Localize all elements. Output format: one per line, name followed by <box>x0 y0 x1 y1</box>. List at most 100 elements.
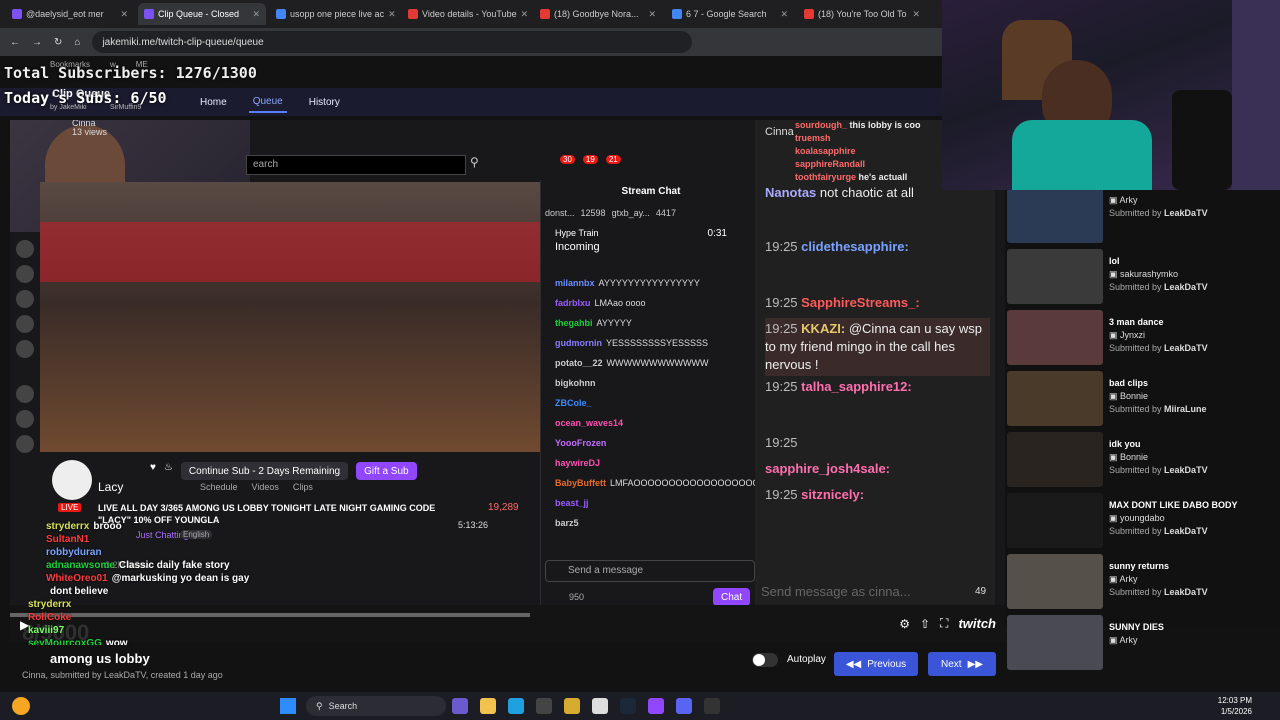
chat-username[interactable]: fadrblxu <box>555 298 591 308</box>
clip-thumbnail[interactable] <box>1007 615 1103 670</box>
notification-badge[interactable]: 21 <box>605 155 621 164</box>
share-icon[interactable]: ⇧ <box>920 617 930 631</box>
followed-channel-avatar[interactable] <box>16 290 34 308</box>
browser-tab[interactable]: @daelysid_eot mer ✕ <box>6 3 134 25</box>
chat-username[interactable]: koalasapphire <box>795 146 856 156</box>
chat-username[interactable]: talha_sapphire12: <box>801 379 912 394</box>
streamer-avatar[interactable] <box>52 460 92 500</box>
previous-button[interactable]: ◀◀ Previous <box>834 652 918 676</box>
bell-icon[interactable]: ♨ <box>164 462 173 480</box>
followed-channel-avatar[interactable] <box>16 315 34 333</box>
clip-thumbnail[interactable] <box>1007 371 1103 426</box>
close-icon[interactable]: ✕ <box>252 9 260 20</box>
notification-badge[interactable]: 19 <box>582 155 598 164</box>
chat-username[interactable]: SapphireStreams_: <box>801 295 920 310</box>
file-explorer-icon[interactable] <box>480 698 496 714</box>
clip-thumbnail[interactable] <box>1007 493 1103 548</box>
autoplay-toggle[interactable] <box>752 653 778 667</box>
tab-videos[interactable]: Videos <box>252 482 279 492</box>
chat-username[interactable]: milannbx <box>555 278 595 288</box>
clip-queue-item[interactable]: lol ▣ sakurashymko Submitted by LeakDaTV <box>1005 249 1280 310</box>
chat-username[interactable]: truemsh <box>795 133 831 143</box>
close-icon[interactable]: ✕ <box>388 9 396 20</box>
followed-channel-avatar[interactable] <box>16 240 34 258</box>
close-icon[interactable]: ✕ <box>648 9 656 20</box>
browser-tab[interactable]: Video details - YouTube ✕ <box>402 3 530 25</box>
forward-icon[interactable]: → <box>32 37 42 48</box>
notification-badge[interactable]: 30 <box>560 155 575 164</box>
twitch-icon[interactable] <box>648 698 664 714</box>
windows-start-icon[interactable] <box>280 698 296 714</box>
edge-icon[interactable] <box>508 698 524 714</box>
app-icon[interactable] <box>704 698 720 714</box>
clip-thumbnail[interactable] <box>1007 188 1103 243</box>
continue-sub-button[interactable]: Continue Sub - 2 Days Remaining <box>180 462 349 480</box>
browser-tab[interactable]: (18) You're Too Old To ✕ <box>798 3 926 25</box>
close-icon[interactable]: ✕ <box>120 9 128 20</box>
chat-username[interactable]: sapphire_josh4sale: <box>765 461 890 476</box>
close-icon[interactable]: ✕ <box>521 9 529 20</box>
chat-username[interactable]: thegahbi <box>555 318 593 328</box>
next-button[interactable]: Next ▶▶ <box>928 652 996 676</box>
search-icon[interactable]: ⚲ <box>470 155 490 175</box>
chat-username[interactable]: KKAZI: <box>801 321 845 336</box>
cinna-chat-input[interactable]: Send message as cinna... <box>755 576 995 606</box>
weather-icon[interactable] <box>12 697 30 715</box>
chat-username[interactable]: YoooFrozen <box>555 438 606 448</box>
back-icon[interactable]: ← <box>10 37 20 48</box>
tab-schedule[interactable]: Schedule <box>200 482 238 492</box>
clip-queue-item[interactable]: idk you ▣ Bonnie Submitted by LeakDaTV <box>1005 432 1280 493</box>
clip-thumbnail[interactable] <box>1007 432 1103 487</box>
gift-sub-button[interactable]: Gift a Sub <box>356 462 417 480</box>
chat-username[interactable]: beast_jj <box>555 498 589 508</box>
clip-queue-item[interactable]: 3 man dance ▣ Jynxzi Submitted by LeakDaTV <box>1005 310 1280 371</box>
chat-username[interactable]: Nanotas <box>765 185 816 200</box>
browser-tab[interactable]: (18) Goodbye Nora... ✕ <box>534 3 662 25</box>
clip-thumbnail[interactable] <box>1007 249 1103 304</box>
chat-username[interactable]: clidethesapphire: <box>801 239 909 254</box>
chat-username[interactable]: sitznicely: <box>801 487 864 502</box>
twitch-search-input[interactable]: earch <box>246 155 466 175</box>
chat-username[interactable]: bigkohnn <box>555 378 596 388</box>
tab-clips[interactable]: Clips <box>293 482 313 492</box>
chat-username[interactable]: gudmornin <box>555 338 602 348</box>
chat-send-button[interactable]: Chat <box>713 588 751 606</box>
home-icon[interactable]: ⌂ <box>74 37 80 48</box>
followed-channel-avatar[interactable] <box>16 265 34 283</box>
taskbar-search[interactable]: ⚲ Search <box>306 696 446 716</box>
browser-tab[interactable]: usopp one piece live ac ✕ <box>270 3 398 25</box>
clip-queue-item[interactable]: SUNNY DIES ▣ Arky <box>1005 615 1280 676</box>
browser-tab[interactable]: Clip Queue - Closed ✕ <box>138 3 266 25</box>
close-icon[interactable]: ✕ <box>780 9 788 20</box>
settings-icon[interactable]: ⚙ <box>899 617 910 631</box>
followed-channel-avatar[interactable] <box>16 435 34 453</box>
url-field[interactable]: jakemiki.me/twitch-clip-queue/queue <box>92 31 693 53</box>
chat-username[interactable]: ZBCole_ <box>555 398 592 408</box>
nav-history[interactable]: History <box>305 93 344 112</box>
taskbar-clock[interactable]: 12:03 PM 1/5/2026 <box>1218 695 1252 717</box>
steam-icon[interactable] <box>620 698 636 714</box>
fullscreen-icon[interactable]: ⛶ <box>940 616 948 631</box>
followed-channel-avatar[interactable] <box>16 340 34 358</box>
chat-username[interactable]: toothfairyurge <box>795 172 856 182</box>
chat-username[interactable]: haywireDJ <box>555 458 600 468</box>
clip-queue-item[interactable]: bad clips ▣ Bonnie Submitted by MiiraLune <box>1005 371 1280 432</box>
heart-icon[interactable]: ♥ <box>150 462 156 480</box>
app-icon[interactable] <box>452 698 468 714</box>
chat-username[interactable]: ocean_waves14 <box>555 418 623 428</box>
followed-channel-avatar[interactable] <box>16 410 34 428</box>
clip-thumbnail[interactable] <box>1007 310 1103 365</box>
channel-points[interactable]: 950 <box>569 592 584 602</box>
browser-tab[interactable]: 6 7 - Google Search ✕ <box>666 3 794 25</box>
chat-username[interactable]: sapphireRandall <box>795 159 865 169</box>
nav-queue[interactable]: Queue <box>248 92 287 113</box>
clip-thumbnail[interactable] <box>1007 554 1103 609</box>
clip-queue-item[interactable]: MAX DONT LIKE DABO BODY ▣ youngdabo Submit… <box>1005 493 1280 554</box>
streamer-name[interactable]: Lacy <box>98 480 123 494</box>
app-icon[interactable] <box>564 698 580 714</box>
chat-username[interactable]: potato__22 <box>555 358 603 368</box>
close-icon[interactable]: ✕ <box>912 9 920 20</box>
discord-icon[interactable] <box>676 698 692 714</box>
reload-icon[interactable]: ↻ <box>54 37 62 48</box>
chat-username[interactable]: BabyBuffett <box>555 478 606 488</box>
